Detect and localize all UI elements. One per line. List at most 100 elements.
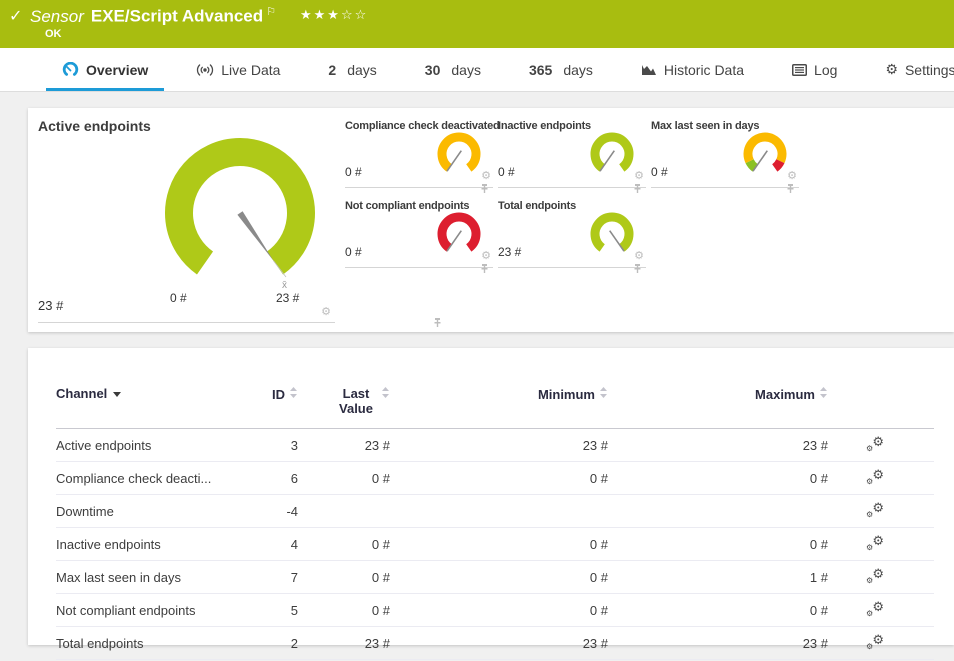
gauge-settings-gear-icon[interactable]: ⚙ <box>787 171 797 182</box>
pin-icon[interactable] <box>433 317 442 328</box>
ok-check-icon: ✓ <box>9 6 22 26</box>
table-row[interactable]: Inactive endpoints 4 0 # 0 # 0 # ⚙⚙ <box>56 528 934 561</box>
broadcast-icon <box>196 63 214 77</box>
gauge-value: 0 # <box>651 165 668 179</box>
sort-icon <box>289 386 298 399</box>
tab-historic-data[interactable]: Historic Data <box>617 48 768 91</box>
channel-maximum: 0 # <box>608 528 828 561</box>
sensor-title: EXE/Script Advanced <box>91 7 263 26</box>
gauge-panel-compliance-check-deactivated[interactable]: Compliance check deactivated 0 # ⚙ <box>345 116 493 188</box>
gauge-title: Total endpoints <box>498 200 576 212</box>
channel-settings-icon[interactable]: ⚙⚙ <box>866 568 884 584</box>
gauge-scale-max: 23 # <box>276 291 299 305</box>
tab-label: Settings <box>905 62 954 78</box>
gauge-value: 0 # <box>345 245 362 259</box>
gauge-value: 0 # <box>498 165 515 179</box>
channel-last-value: 0 # <box>298 462 390 495</box>
flag-icon[interactable]: ⚐ <box>266 6 276 18</box>
gauge-settings-gear-icon[interactable]: ⚙ <box>634 251 644 262</box>
channels-table-card: Channel ID Last Value Minimum Maximum Ac… <box>28 348 954 645</box>
tab-label: Historic Data <box>664 62 744 78</box>
tab-2-days[interactable]: 2 days <box>304 48 400 91</box>
channel-last-value <box>298 495 390 528</box>
pin-icon[interactable] <box>633 263 642 274</box>
tab-30-days[interactable]: 30 days <box>401 48 505 91</box>
average-marker: x̄ <box>282 280 287 291</box>
gauge-value: 23 # <box>498 245 521 259</box>
tab-365-days[interactable]: 365 days <box>505 48 617 91</box>
channel-name[interactable]: Active endpoints <box>56 429 236 462</box>
column-header-last-value[interactable]: Last Value <box>298 372 390 429</box>
priority-stars[interactable]: ★★★☆☆ <box>300 7 368 23</box>
table-row[interactable]: Max last seen in days 7 0 # 0 # 1 # ⚙⚙ <box>56 561 934 594</box>
tab-settings[interactable]: ⚙ Settings <box>861 48 954 91</box>
channel-name[interactable]: Not compliant endpoints <box>56 594 236 627</box>
pin-icon[interactable] <box>786 183 795 194</box>
channel-id: 5 <box>236 594 298 627</box>
column-header-maximum[interactable]: Maximum <box>608 372 828 429</box>
channel-settings-icon[interactable]: ⚙⚙ <box>866 634 884 650</box>
gauge-settings-gear-icon[interactable]: ⚙ <box>481 171 491 182</box>
sensor-status-header: ✓ Sensor EXE/Script Advanced⚐ ★★★☆☆ OK <box>0 0 954 48</box>
column-header-minimum[interactable]: Minimum <box>390 372 608 429</box>
tab-label: days <box>563 62 593 78</box>
tab-log[interactable]: Settings Log <box>768 48 861 91</box>
channel-id: 7 <box>236 561 298 594</box>
pin-icon[interactable] <box>480 183 489 194</box>
table-header-row: Channel ID Last Value Minimum Maximum <box>56 372 934 429</box>
gauge-panel-inactive-endpoints[interactable]: Inactive endpoints 0 # ⚙ <box>498 116 646 188</box>
pin-icon[interactable] <box>633 183 642 194</box>
channel-name[interactable]: Total endpoints <box>56 627 236 660</box>
gauge-panel-max-last-seen[interactable]: Max last seen in days 0 # ⚙ <box>651 116 799 188</box>
tab-live-data[interactable]: Live Data <box>172 48 304 91</box>
channel-maximum: 23 # <box>608 429 828 462</box>
gauge-settings-gear-icon[interactable]: ⚙ <box>481 251 491 262</box>
status-badge: OK <box>45 28 62 40</box>
channel-name[interactable]: Max last seen in days <box>56 561 236 594</box>
object-kind-label: Sensor <box>30 7 84 26</box>
table-row[interactable]: Active endpoints 3 23 # 23 # 23 # ⚙⚙ <box>56 429 934 462</box>
tab-label: Live Data <box>221 62 280 78</box>
channel-last-value: 0 # <box>298 561 390 594</box>
table-row[interactable]: Downtime -4 ⚙⚙ <box>56 495 934 528</box>
channel-settings-icon[interactable]: ⚙⚙ <box>866 469 884 485</box>
gauge-title: Active endpoints <box>38 118 151 134</box>
gauge-value: 0 # <box>345 165 362 179</box>
log-list-icon <box>792 64 807 76</box>
tab-label: Log <box>814 62 837 78</box>
column-header-channel[interactable]: Channel <box>56 372 236 429</box>
channel-name[interactable]: Compliance check deacti... <box>56 462 236 495</box>
gauge-panel-not-compliant[interactable]: Not compliant endpoints 0 # ⚙ <box>345 196 493 268</box>
pin-icon[interactable] <box>480 263 489 274</box>
sort-icon <box>381 386 390 399</box>
tab-label: days <box>347 62 377 78</box>
sort-icon <box>599 386 608 399</box>
channel-minimum: 0 # <box>390 462 608 495</box>
channel-id: 4 <box>236 528 298 561</box>
channel-settings-icon[interactable]: ⚙⚙ <box>866 535 884 551</box>
table-row[interactable]: Not compliant endpoints 5 0 # 0 # 0 # ⚙⚙ <box>56 594 934 627</box>
channel-id: 2 <box>236 627 298 660</box>
channel-name[interactable]: Inactive endpoints <box>56 528 236 561</box>
tab-bar: Overview Live Data 2 days 30 days 365 da… <box>0 48 954 92</box>
channel-settings-icon[interactable]: ⚙⚙ <box>866 436 884 452</box>
table-row[interactable]: Total endpoints 2 23 # 23 # 23 # ⚙⚙ <box>56 627 934 660</box>
tab-overview[interactable]: Overview <box>38 48 172 91</box>
channel-id: 3 <box>236 429 298 462</box>
channel-name[interactable]: Downtime <box>56 495 236 528</box>
small-gauges-area: Compliance check deactivated 0 # ⚙ Inact… <box>345 108 954 276</box>
panel-divider <box>38 322 335 323</box>
gauge-settings-gear-icon[interactable]: ⚙ <box>321 307 331 318</box>
channel-minimum: 0 # <box>390 528 608 561</box>
channel-settings-icon[interactable]: ⚙⚙ <box>866 601 884 617</box>
gauge-title: Inactive endpoints <box>498 120 591 132</box>
column-header-id[interactable]: ID <box>236 372 298 429</box>
table-row[interactable]: Compliance check deacti... 6 0 # 0 # 0 #… <box>56 462 934 495</box>
channel-settings-icon[interactable]: ⚙⚙ <box>866 502 884 518</box>
gauges-card: Active endpoints x̄ 0 # 23 # 23 # ⚙ Comp… <box>28 108 954 332</box>
gauge-panel-total-endpoints[interactable]: Total endpoints 23 # ⚙ <box>498 196 646 268</box>
channel-maximum: 1 # <box>608 561 828 594</box>
channel-last-value: 23 # <box>298 429 390 462</box>
gauge-settings-gear-icon[interactable]: ⚙ <box>634 171 644 182</box>
gauge-panel-active-endpoints[interactable]: Active endpoints x̄ 0 # 23 # 23 # ⚙ <box>28 108 345 332</box>
